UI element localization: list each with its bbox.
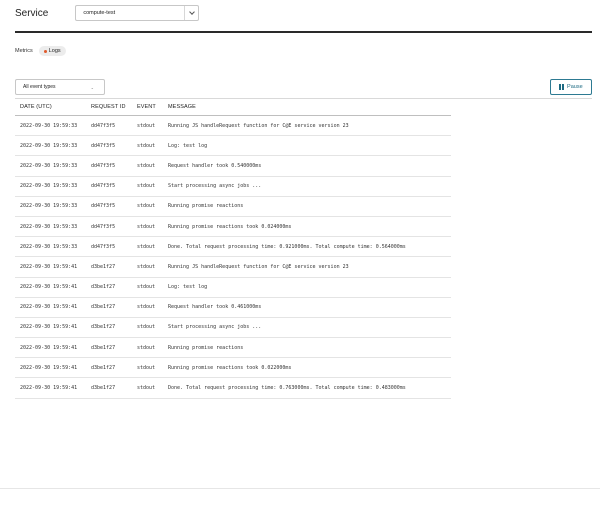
cell-event: stdout: [137, 364, 156, 371]
cell-message: Start processing async jobs ...: [168, 183, 262, 190]
cell-event: stdout: [137, 385, 156, 392]
column-header-date: DATE (UTC): [20, 103, 52, 110]
cell-date: 2022-09-30 19:59:33: [20, 142, 78, 149]
cell-request-id: dd47f3f5: [91, 162, 116, 169]
cell-message: Running promise reactions took 0.022000m…: [168, 364, 292, 371]
cell-request-id: d3be1f27: [91, 385, 116, 392]
cell-request-id: d3be1f27: [91, 364, 116, 371]
live-dot-icon: [43, 49, 47, 53]
cell-request-id: dd47f3f5: [91, 223, 116, 230]
cell-date: 2022-09-30 19:59:41: [20, 364, 78, 371]
cell-message: Log: test log: [168, 284, 208, 291]
cell-date: 2022-09-30 19:59:41: [20, 284, 78, 291]
cell-message: Running JS handleRequest function for C@…: [168, 122, 349, 129]
column-header-message: MESSAGE: [168, 103, 196, 110]
table-row[interactable]: 2022-09-30 19:59:33 dd47f3f5 stdout Running…: [15, 217, 451, 238]
table-row[interactable]: 2022-09-30 19:59:41 d3be1f27 stdout Request…: [15, 298, 451, 318]
cell-message: Start processing async jobs ...: [168, 324, 262, 331]
cell-date: 2022-09-30 19:59:41: [20, 263, 78, 270]
cell-message: Request handler took 0.540000ms: [168, 162, 262, 169]
column-header-request-id: REQUEST ID: [91, 103, 126, 110]
cell-request-id: d3be1f27: [91, 284, 116, 291]
cell-date: 2022-09-30 19:59:41: [20, 344, 78, 351]
service-select-toggle[interactable]: [184, 6, 198, 20]
cell-message: Running promise reactions: [168, 203, 244, 210]
table-row[interactable]: 2022-09-30 19:59:41 d3be1f27 stdout Running…: [15, 257, 451, 278]
cell-event: stdout: [137, 344, 156, 351]
logs-tab-label: Logs: [48, 48, 61, 54]
table-row[interactable]: 2022-09-30 19:59:33 dd47f3f5 stdout Start p…: [15, 177, 451, 197]
cell-event: stdout: [137, 203, 156, 210]
cell-message: Done. Total request processing time: 0.9…: [168, 243, 406, 250]
cell-request-id: d3be1f27: [91, 324, 116, 331]
log-table: DATE (UTC) REQUEST ID EVENT MESSAGE 2022…: [15, 98, 451, 399]
cell-message: Running promise reactions: [168, 344, 244, 351]
cell-request-id: d3be1f27: [91, 263, 116, 270]
table-row[interactable]: 2022-09-30 19:59:33 dd47f3f5 stdout Done. T…: [15, 237, 451, 258]
cell-event: stdout: [137, 142, 156, 149]
footer-divider: [0, 488, 600, 489]
table-row[interactable]: 2022-09-30 19:59:41 d3be1f27 stdout Log: te…: [15, 278, 451, 298]
cell-event: stdout: [137, 243, 156, 250]
table-row[interactable]: 2022-09-30 19:59:33 dd47f3f5 stdout Log: te…: [15, 136, 451, 157]
pause-button-label: Pause: [567, 84, 583, 90]
pause-icon: [559, 84, 565, 90]
service-select[interactable]: compute-test: [75, 5, 200, 21]
cell-request-id: d3be1f27: [91, 344, 116, 351]
event-type-filter[interactable]: All event types ⌄: [15, 79, 105, 95]
cell-message: Running promise reactions took 0.024000m…: [168, 223, 292, 230]
logs-tab[interactable]: Logs: [38, 46, 66, 56]
cell-request-id: dd47f3f5: [91, 243, 116, 250]
cell-event: stdout: [137, 122, 156, 129]
cell-event: stdout: [137, 284, 156, 291]
table-row[interactable]: 2022-09-30 19:59:41 d3be1f27 stdout Start p…: [15, 318, 451, 339]
cell-request-id: dd47f3f5: [91, 142, 116, 149]
service-header: Service compute-test: [15, 5, 200, 21]
cell-date: 2022-09-30 19:59:33: [20, 203, 78, 210]
cell-date: 2022-09-30 19:59:41: [20, 324, 78, 331]
cell-date: 2022-09-30 19:59:33: [20, 162, 78, 169]
cell-event: stdout: [137, 223, 156, 230]
metrics-link[interactable]: Metrics: [15, 48, 33, 54]
table-row[interactable]: 2022-09-30 19:59:41 d3be1f27 stdout Running…: [15, 338, 451, 359]
header-divider: [15, 31, 592, 33]
column-header-event: EVENT: [137, 103, 156, 110]
service-label: Service: [15, 7, 49, 19]
cell-event: stdout: [137, 263, 156, 270]
pause-button[interactable]: Pause: [550, 79, 592, 95]
table-row[interactable]: 2022-09-30 19:59:41 d3be1f27 stdout Done. T…: [15, 378, 451, 399]
cell-message: Log: test log: [168, 142, 208, 149]
cell-request-id: dd47f3f5: [91, 122, 116, 129]
cell-event: stdout: [137, 162, 156, 169]
cell-message: Running JS handleRequest function for C@…: [168, 263, 349, 270]
cell-event: stdout: [137, 183, 156, 190]
cell-date: 2022-09-30 19:59:33: [20, 243, 78, 250]
cell-date: 2022-09-30 19:59:41: [20, 385, 78, 392]
cell-request-id: d3be1f27: [91, 304, 116, 311]
cell-date: 2022-09-30 19:59:33: [20, 183, 78, 190]
caret-down-icon: ⌄: [90, 84, 94, 90]
table-header: DATE (UTC) REQUEST ID EVENT MESSAGE: [15, 98, 451, 116]
cell-date: 2022-09-30 19:59:33: [20, 122, 78, 129]
cell-date: 2022-09-30 19:59:33: [20, 223, 78, 230]
cell-request-id: dd47f3f5: [91, 203, 116, 210]
table-body: 2022-09-30 19:59:33 dd47f3f5 stdout Running…: [15, 116, 451, 399]
cell-message: Done. Total request processing time: 0.7…: [168, 385, 406, 392]
table-row[interactable]: 2022-09-30 19:59:33 dd47f3f5 stdout Running…: [15, 197, 451, 217]
cell-request-id: dd47f3f5: [91, 183, 116, 190]
table-row[interactable]: 2022-09-30 19:59:33 dd47f3f5 stdout Running…: [15, 116, 451, 137]
cell-event: stdout: [137, 324, 156, 331]
event-type-filter-value: All event types: [23, 84, 56, 90]
cell-message: Request handler took 0.461000ms: [168, 304, 262, 311]
cell-event: stdout: [137, 304, 156, 311]
table-row[interactable]: 2022-09-30 19:59:33 dd47f3f5 stdout Request…: [15, 156, 451, 177]
metrics-row: Metrics Logs: [15, 46, 66, 56]
table-row[interactable]: 2022-09-30 19:59:41 d3be1f27 stdout Running…: [15, 358, 451, 379]
chevron-down-icon: [189, 9, 195, 15]
service-select-value: compute-test: [83, 10, 116, 16]
cell-date: 2022-09-30 19:59:41: [20, 304, 78, 311]
